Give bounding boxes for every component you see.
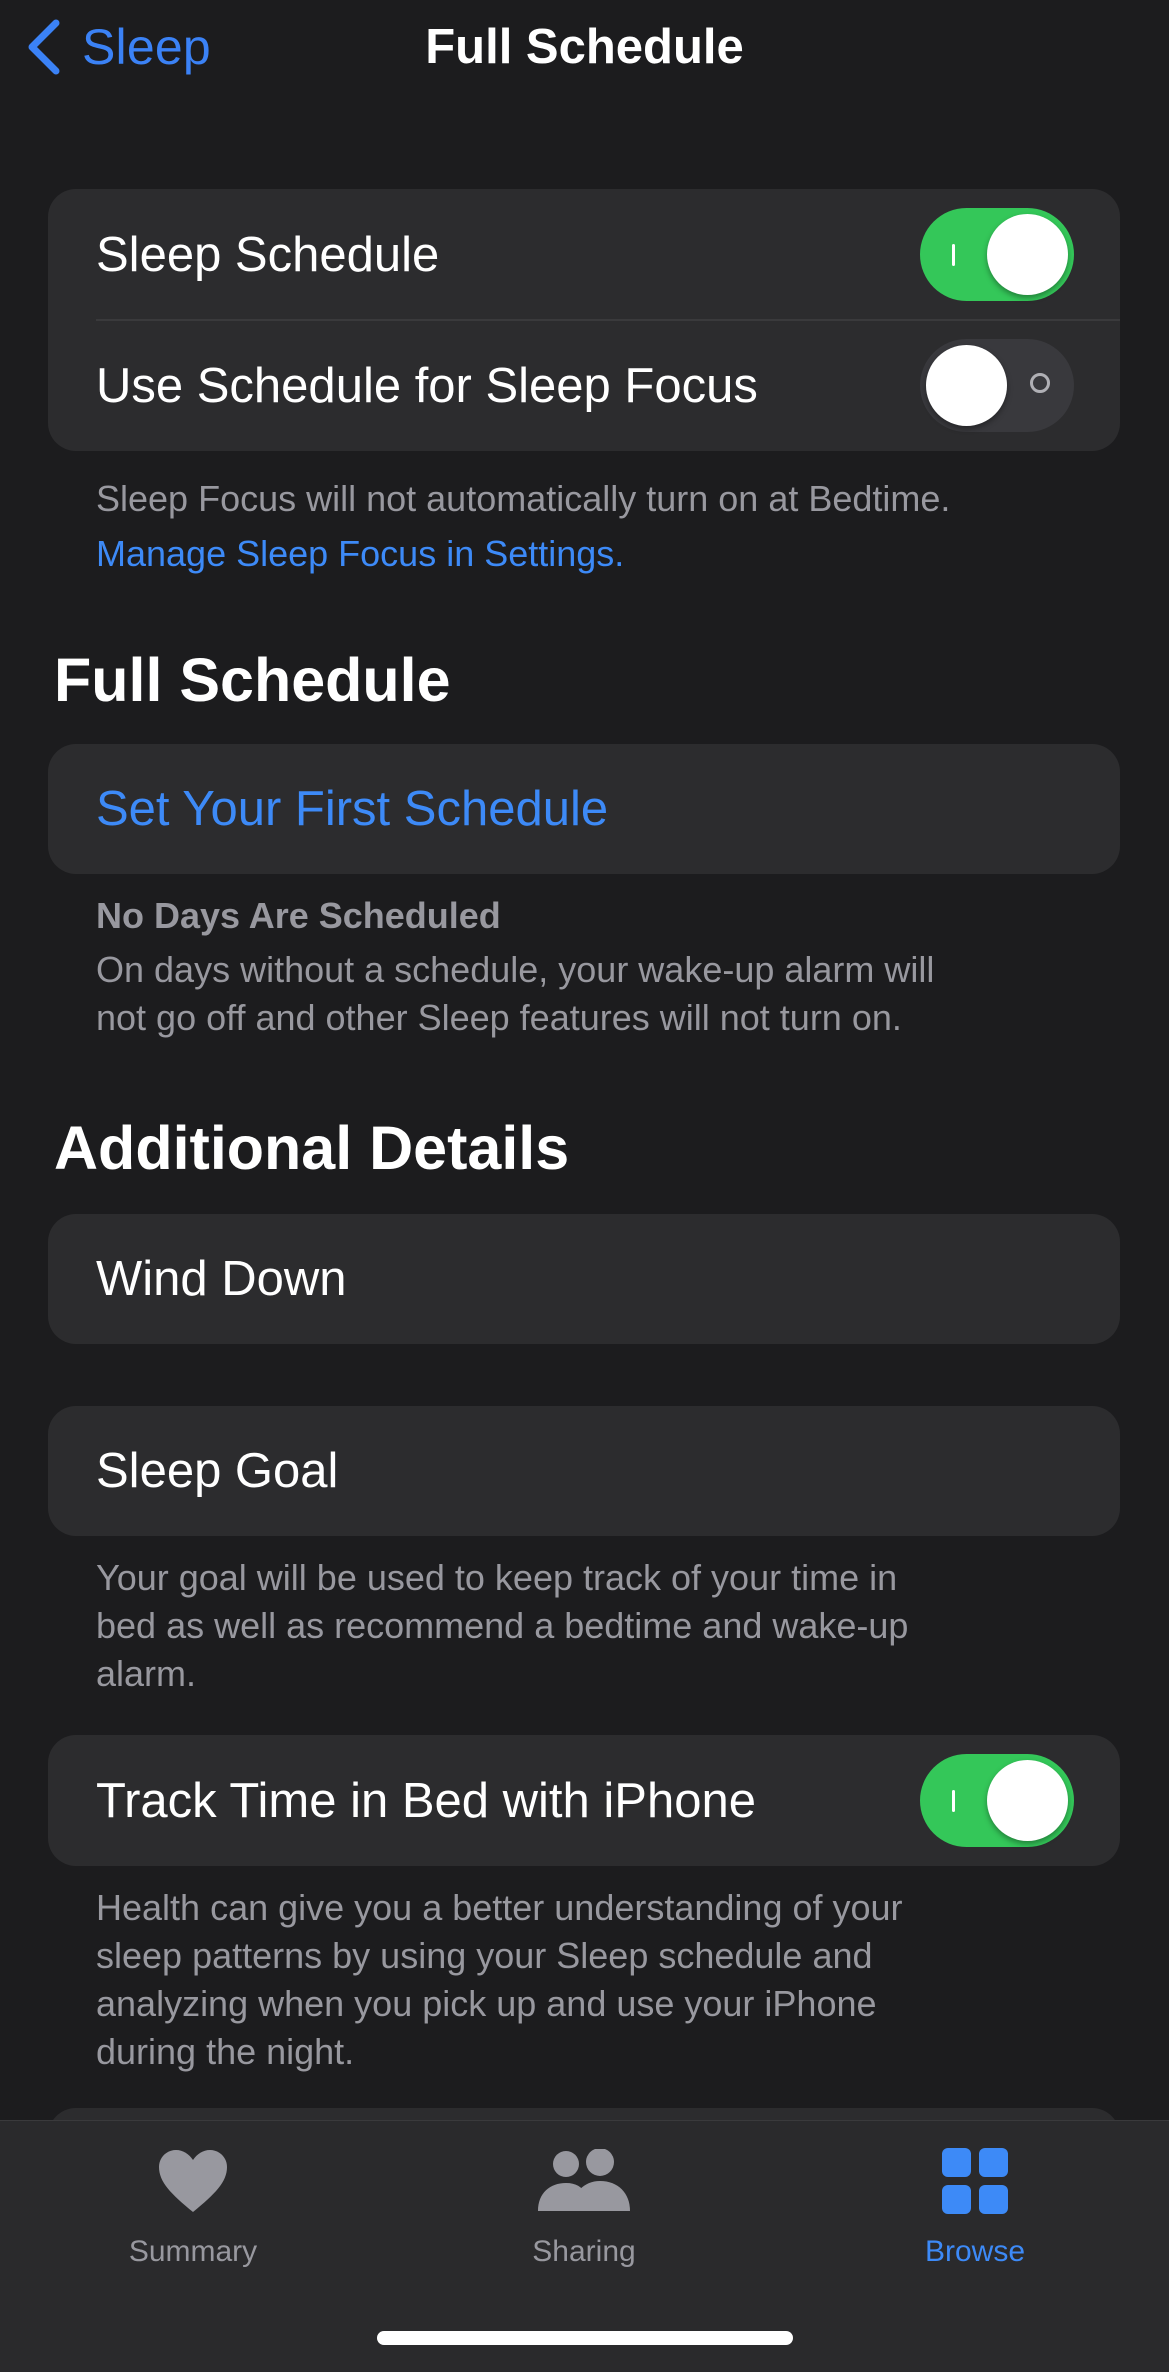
tab-browse-label: Browse [924, 2235, 1026, 2268]
tab-summary-label: Summary [128, 2235, 258, 2268]
track-note-line2: sleep patterns by using your Sleep sched… [96, 1935, 873, 1976]
wind-down-row: Wind Down [48, 1214, 1120, 1344]
track-time-toggle[interactable] [920, 1754, 1074, 1847]
heart-icon [157, 2145, 229, 2217]
tab-sharing-label: Sharing [532, 2235, 636, 2268]
track-time-card: Track Time in Bed with iPhone [48, 1735, 1120, 1866]
sleep-schedule-row: Sleep Schedule [48, 189, 1120, 320]
no-days-note-line2: not go off and other Sleep features will… [96, 997, 902, 1038]
track-note-line3: analyzing when you pick up and use your … [96, 1983, 877, 2024]
sleep-focus-toggle[interactable] [920, 339, 1074, 432]
track-note-line1: Health can give you a better understandi… [96, 1887, 903, 1928]
sleep-schedule-toggle[interactable] [920, 208, 1074, 301]
set-first-schedule-label: Set Your First Schedule [96, 782, 609, 836]
set-first-schedule-row: Set Your First Schedule [48, 744, 1120, 874]
set-first-schedule-card[interactable]: Set Your First Schedule [48, 744, 1120, 874]
track-time-row: Track Time in Bed with iPhone [48, 1735, 1120, 1866]
toggle-off-indicator [1030, 373, 1050, 393]
goal-note-line2: bed as well as recommend a bedtime and w… [96, 1605, 909, 1646]
additional-details-heading: Additional Details [54, 1114, 570, 1182]
track-time-label: Track Time in Bed with iPhone [96, 1773, 756, 1828]
wind-down-card[interactable]: Wind Down [48, 1214, 1120, 1344]
track-note-line4: during the night. [96, 2031, 355, 2072]
home-indicator[interactable] [377, 2331, 793, 2345]
no-days-note-line1: On days without a schedule, your wake-up… [96, 949, 935, 990]
manage-sleep-focus-link[interactable]: Manage Sleep Focus in Settings. [96, 530, 624, 578]
toggle-knob [926, 345, 1007, 426]
wind-down-label: Wind Down [96, 1252, 347, 1306]
goal-note-line3: alarm. [96, 1653, 197, 1694]
sleep-schedule-label: Sleep Schedule [96, 227, 440, 282]
page-title: Full Schedule [425, 20, 744, 74]
toggle-on-indicator [952, 1790, 955, 1812]
sleep-goal-label: Sleep Goal [96, 1444, 339, 1498]
tab-sharing[interactable]: Sharing [464, 2121, 704, 2271]
people-icon [536, 2145, 632, 2217]
toggle-knob [987, 1760, 1068, 1841]
no-days-scheduled-title: No Days Are Scheduled [96, 895, 501, 936]
grid-icon [942, 2145, 1008, 2217]
toggle-on-indicator [952, 244, 955, 266]
sleep-goal-card[interactable]: Sleep Goal [48, 1406, 1120, 1536]
sleep-focus-note: Sleep Focus will not automatically turn … [96, 478, 951, 519]
sleep-goal-row: Sleep Goal [48, 1406, 1120, 1536]
goal-note-line1: Your goal will be used to keep track of … [96, 1557, 898, 1598]
full-schedule-heading: Full Schedule [54, 646, 451, 714]
sleep-focus-label: Use Schedule for Sleep Focus [96, 358, 758, 413]
tab-summary[interactable]: Summary [73, 2121, 313, 2271]
toggle-knob [987, 214, 1068, 295]
schedule-settings-card: Sleep Schedule Use Schedule for Sleep Fo… [48, 189, 1120, 451]
tab-browse[interactable]: Browse [855, 2121, 1095, 2271]
sleep-focus-row: Use Schedule for Sleep Focus [48, 320, 1120, 451]
